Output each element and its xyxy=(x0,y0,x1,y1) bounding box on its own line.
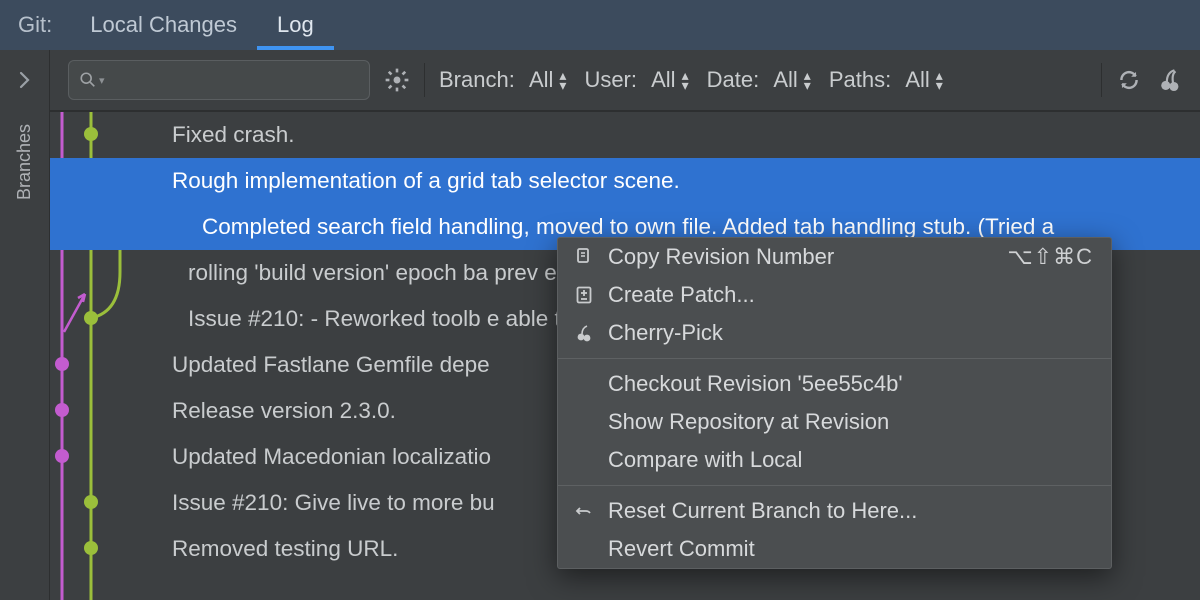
log-toolbar: ▾ Branch: All▴▾ User: All▴▾ Date: All▴▾ … xyxy=(50,50,1200,112)
menu-copy-revision[interactable]: Copy Revision Number ⌥⇧⌘C xyxy=(558,238,1111,276)
search-icon xyxy=(79,71,97,89)
menu-checkout-revision[interactable]: Checkout Revision '5ee55c4b' xyxy=(558,365,1111,403)
menu-label: Reset Current Branch to Here... xyxy=(608,498,917,524)
refresh-icon[interactable] xyxy=(1116,67,1142,93)
menu-label: Show Repository at Revision xyxy=(608,409,889,435)
menu-show-repo-at-revision[interactable]: Show Repository at Revision xyxy=(558,403,1111,441)
vcs-label: Git: xyxy=(14,12,70,38)
patch-icon xyxy=(572,285,596,305)
dropdown-arrows-icon: ▴▾ xyxy=(682,70,689,90)
search-input[interactable]: ▾ xyxy=(68,60,370,100)
tab-local-changes[interactable]: Local Changes xyxy=(70,0,257,50)
filter-paths[interactable]: Paths: All▴▾ xyxy=(829,67,943,93)
sidebar: Branches xyxy=(0,50,50,600)
commit-row[interactable]: Rough implementation of a grid tab selec… xyxy=(50,158,1200,204)
filter-date[interactable]: Date: All▴▾ xyxy=(707,67,811,93)
dropdown-arrows-icon: ▴▾ xyxy=(559,70,566,90)
menu-label: Compare with Local xyxy=(608,447,802,473)
menu-create-patch[interactable]: Create Patch... xyxy=(558,276,1111,314)
dropdown-arrows-icon: ▴▾ xyxy=(804,70,811,90)
menu-label: Cherry-Pick xyxy=(608,320,723,346)
menu-label: Checkout Revision '5ee55c4b' xyxy=(608,371,903,397)
branches-tab-label[interactable]: Branches xyxy=(14,124,35,200)
filter-user[interactable]: User: All▴▾ xyxy=(584,67,688,93)
menu-compare-with-local[interactable]: Compare with Local xyxy=(558,441,1111,479)
top-tab-bar: Git: Local Changes Log xyxy=(0,0,1200,50)
gear-icon[interactable] xyxy=(384,67,410,93)
menu-separator xyxy=(558,358,1111,359)
filter-branch[interactable]: Branch: All▴▾ xyxy=(439,67,566,93)
menu-label: Revert Commit xyxy=(608,536,755,562)
commit-row[interactable]: Fixed crash. xyxy=(50,112,1200,158)
filter-group: Branch: All▴▾ User: All▴▾ Date: All▴▾ Pa… xyxy=(439,67,943,93)
menu-label: Copy Revision Number xyxy=(608,244,834,270)
undo-icon xyxy=(572,501,596,521)
cherry-pick-icon xyxy=(572,323,596,343)
content-pane: ▾ Branch: All▴▾ User: All▴▾ Date: All▴▾ … xyxy=(50,50,1200,600)
menu-separator xyxy=(558,485,1111,486)
dropdown-arrows-icon: ▴▾ xyxy=(936,70,943,90)
menu-cherry-pick[interactable]: Cherry-Pick xyxy=(558,314,1111,352)
copy-icon xyxy=(572,247,596,267)
expand-chevron-icon[interactable] xyxy=(18,70,32,96)
menu-revert-commit[interactable]: Revert Commit xyxy=(558,530,1111,568)
main-area: Branches ▾ Branch: All▴▾ User: All▴▾ Dat… xyxy=(0,50,1200,600)
cherry-pick-icon[interactable] xyxy=(1156,67,1182,93)
commit-graph-area: Fixed crash. Rough implementation of a g… xyxy=(50,112,1200,600)
toolbar-divider xyxy=(1101,63,1102,97)
context-menu: Copy Revision Number ⌥⇧⌘C Create Patch..… xyxy=(557,237,1112,569)
menu-label: Create Patch... xyxy=(608,282,755,308)
tab-log[interactable]: Log xyxy=(257,0,334,50)
toolbar-divider xyxy=(424,63,425,97)
search-options-chevron-icon[interactable]: ▾ xyxy=(99,74,105,87)
menu-reset-branch[interactable]: Reset Current Branch to Here... xyxy=(558,492,1111,530)
menu-shortcut: ⌥⇧⌘C xyxy=(1007,244,1093,270)
